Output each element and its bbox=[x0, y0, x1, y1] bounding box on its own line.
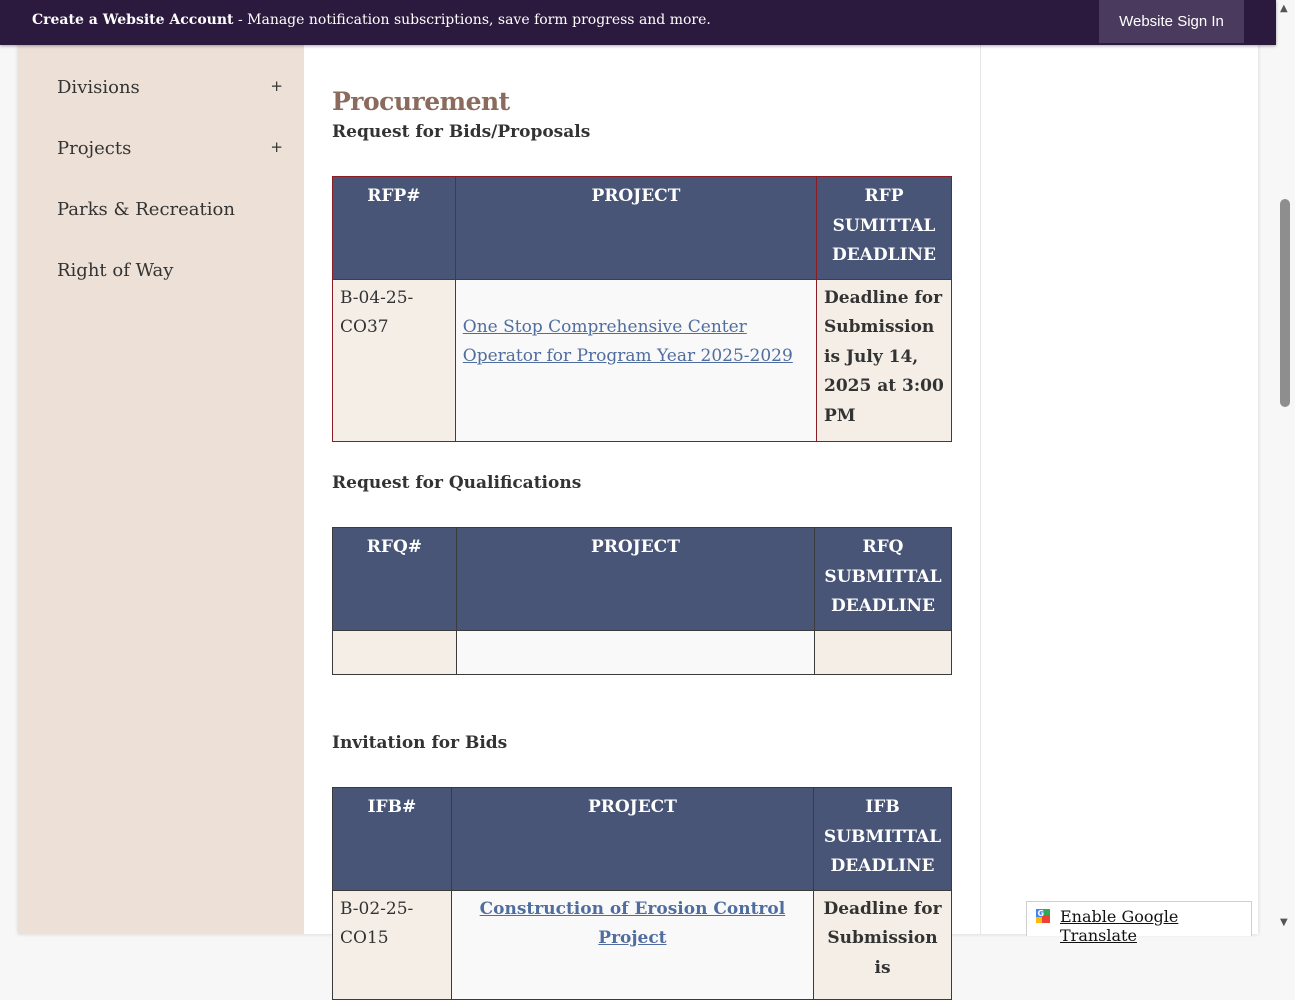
scrollbar[interactable]: ▲ ▼ bbox=[1276, 0, 1295, 934]
deadline-cell: Deadline for Submission is July 14, 2025… bbox=[816, 278, 952, 442]
google-translate-label: Enable Google Translate bbox=[1060, 907, 1179, 945]
column-header: IFB# bbox=[332, 787, 452, 891]
table-row: B-04-25-CO37 One Stop Comprehensive Cent… bbox=[332, 278, 952, 442]
expand-icon[interactable]: + bbox=[270, 77, 283, 95]
ifb-heading: Invitation for Bids bbox=[332, 733, 508, 753]
project-cell: One Stop Comprehensive Center Operator f… bbox=[454, 278, 818, 442]
create-account-link[interactable]: Create a Website Account bbox=[32, 12, 234, 28]
table-header-row: IFB# PROJECT IFB SUBMITTAL DEADLINE bbox=[332, 787, 952, 891]
column-header: PROJECT bbox=[454, 176, 818, 280]
rfq-table: RFQ# PROJECT RFQ SUBMITTAL DEADLINE bbox=[332, 527, 952, 675]
ifb-table: IFB# PROJECT IFB SUBMITTAL DEADLINE B-02… bbox=[332, 787, 952, 1000]
right-column-divider bbox=[980, 0, 981, 934]
column-header: PROJECT bbox=[450, 787, 815, 891]
column-header: RFP# bbox=[332, 176, 456, 280]
sidebar-item-right-of-way[interactable]: Right of Way bbox=[57, 260, 287, 281]
sidebar-item-label: Projects bbox=[57, 138, 132, 159]
sidebar-item-projects[interactable]: Projects + bbox=[57, 138, 287, 159]
rfp-number: B-04-25-CO37 bbox=[332, 278, 456, 442]
column-header: RFP SUMITTAL DEADLINE bbox=[816, 176, 952, 280]
sidebar-item-label: Divisions bbox=[57, 77, 140, 98]
column-header: RFQ# bbox=[332, 527, 457, 631]
empty-cell bbox=[332, 629, 457, 675]
account-banner-text[interactable]: Create a Website Account - Manage notifi… bbox=[32, 12, 711, 28]
column-header: IFB SUBMITTAL DEADLINE bbox=[813, 787, 952, 891]
scroll-down-icon[interactable]: ▼ bbox=[1280, 917, 1288, 928]
column-header: PROJECT bbox=[455, 527, 816, 631]
sign-in-button[interactable]: Website Sign In bbox=[1099, 0, 1244, 43]
table-row: B-02-25-CO15 Construction of Erosion Con… bbox=[332, 889, 952, 1000]
google-translate-icon: G bbox=[1033, 906, 1053, 926]
table-header-row: RFP# PROJECT RFP SUMITTAL DEADLINE bbox=[332, 176, 952, 280]
google-translate-button[interactable]: G Enable Google Translate bbox=[1026, 901, 1252, 945]
account-banner: Create a Website Account - Manage notifi… bbox=[0, 0, 1276, 45]
sidebar-item-parks-recreation[interactable]: Parks & Recreation bbox=[57, 199, 287, 220]
page-container: Divisions + Projects + Parks & Recreatio… bbox=[18, 0, 1258, 1000]
rfq-heading: Request for Qualifications bbox=[332, 473, 582, 493]
sidebar-item-divisions[interactable]: Divisions + bbox=[57, 77, 287, 98]
rfp-heading: Request for Bids/Proposals bbox=[332, 122, 591, 142]
sidebar-item-label: Parks & Recreation bbox=[57, 199, 235, 220]
expand-icon[interactable]: + bbox=[270, 138, 283, 156]
empty-cell bbox=[814, 629, 952, 675]
project-cell: Construction of Erosion Control Project bbox=[450, 889, 815, 1000]
page-title: Procurement bbox=[332, 87, 510, 116]
project-link[interactable]: One Stop Comprehensive Center Operator f… bbox=[463, 317, 793, 367]
deadline-cell: Deadline for Submission is bbox=[813, 889, 952, 1000]
scroll-up-icon[interactable]: ▲ bbox=[1280, 3, 1288, 14]
table-header-row: RFQ# PROJECT RFQ SUBMITTAL DEADLINE bbox=[332, 527, 952, 631]
sidebar-item-label: Right of Way bbox=[57, 260, 174, 281]
sidebar-nav: Divisions + Projects + Parks & Recreatio… bbox=[18, 0, 304, 934]
rfp-table: RFP# PROJECT RFP SUMITTAL DEADLINE B-04-… bbox=[332, 176, 952, 442]
ifb-number: B-02-25-CO15 bbox=[332, 889, 452, 1000]
scrollbar-thumb[interactable] bbox=[1280, 199, 1290, 407]
svg-text:G: G bbox=[1038, 909, 1045, 918]
column-header: RFQ SUBMITTAL DEADLINE bbox=[814, 527, 952, 631]
empty-cell bbox=[455, 629, 816, 675]
account-banner-description: - Manage notification subscriptions, sav… bbox=[233, 12, 711, 28]
table-row bbox=[332, 629, 952, 675]
project-link[interactable]: Construction of Erosion Control Project bbox=[480, 899, 786, 949]
